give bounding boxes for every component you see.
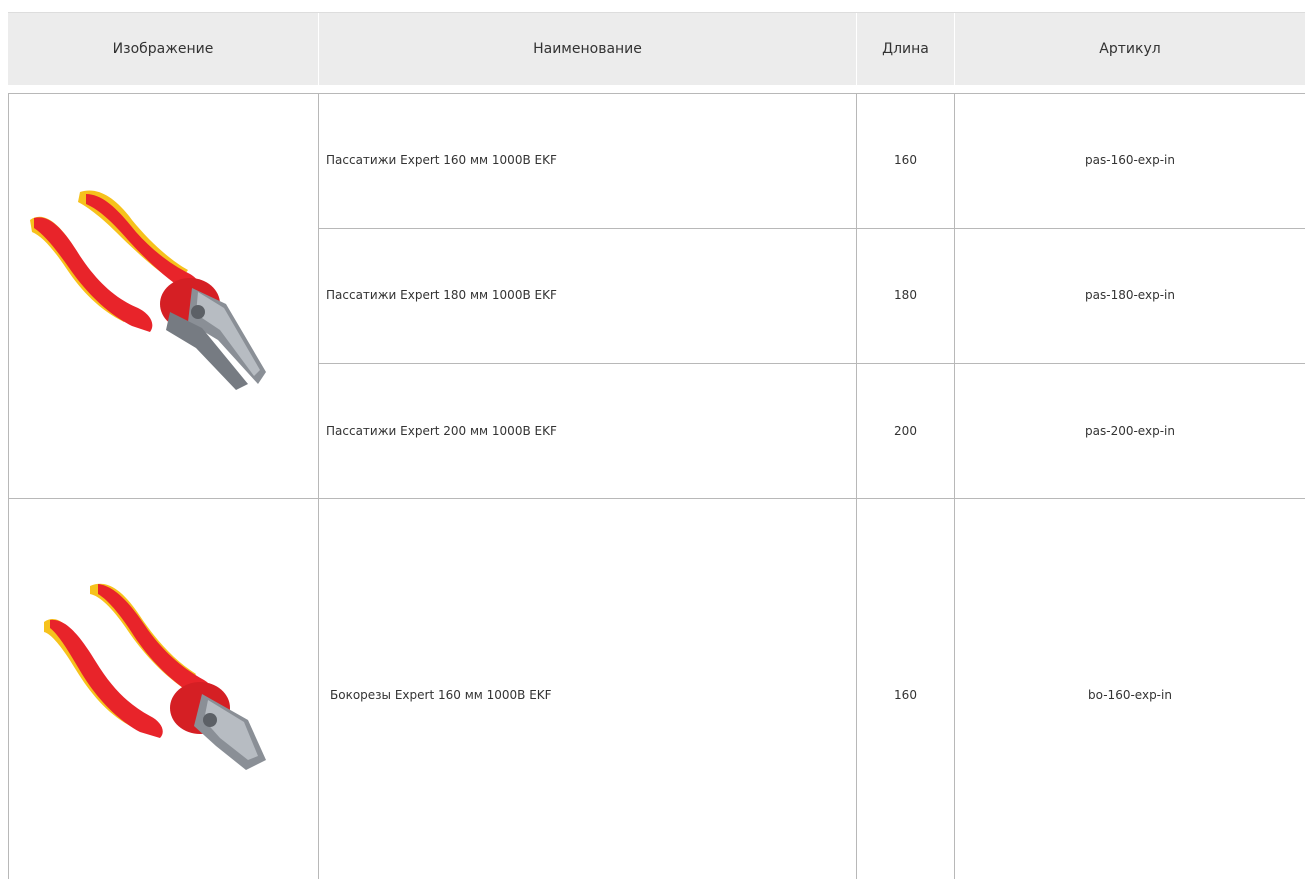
- table-border-left: [8, 93, 9, 879]
- product-length: 160: [894, 153, 917, 167]
- column-divider: [954, 93, 955, 879]
- product-article: bo-160-exp-in: [1088, 688, 1172, 702]
- row-divider: [318, 228, 1305, 229]
- row-divider: [318, 363, 1305, 364]
- column-divider: [318, 93, 319, 879]
- product-name: Пассатижи Expert 160 мм 1000В EKF: [326, 153, 557, 167]
- product-name: Пассатижи Expert 200 мм 1000В EKF: [326, 424, 557, 438]
- combination-pliers-icon: [20, 180, 280, 405]
- header-name: Наименование: [533, 41, 642, 57]
- product-article: pas-160-exp-in: [1085, 153, 1175, 167]
- product-length: 200: [894, 424, 917, 438]
- table-border-top: [8, 93, 1305, 94]
- product-table-page: Изображение Наименование Длина Артикул П…: [0, 0, 1305, 879]
- product-article: pas-180-exp-in: [1085, 288, 1175, 302]
- product-article: pas-200-exp-in: [1085, 424, 1175, 438]
- product-length: 160: [894, 688, 917, 702]
- diagonal-cutters-icon: [20, 570, 280, 785]
- table-header: Изображение Наименование Длина Артикул: [8, 12, 1305, 85]
- header-article: Артикул: [1099, 41, 1161, 57]
- header-image: Изображение: [112, 41, 214, 57]
- header-length: Длина: [882, 41, 929, 57]
- product-name: Пассатижи Expert 180 мм 1000В EKF: [326, 288, 557, 302]
- row-divider: [8, 498, 1305, 499]
- column-divider: [856, 93, 857, 879]
- product-length: 180: [894, 288, 917, 302]
- product-name: Бокорезы Expert 160 мм 1000В EKF: [330, 688, 552, 702]
